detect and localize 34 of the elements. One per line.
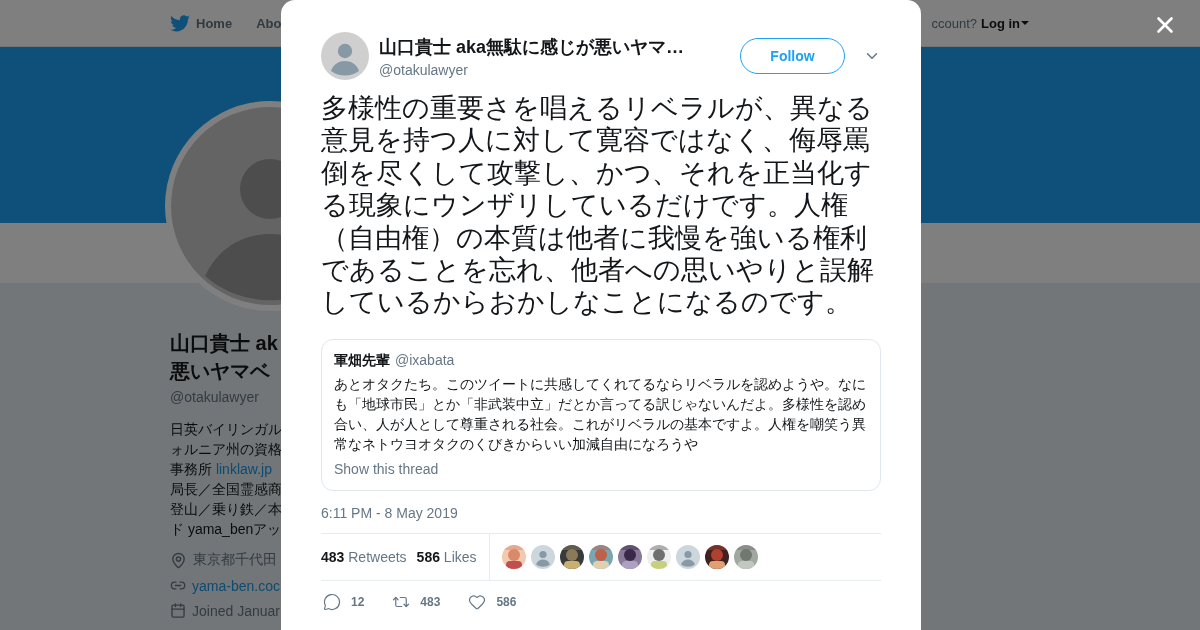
avatar: [321, 32, 369, 80]
avatar-icon: [530, 544, 555, 569]
reply-icon: [323, 592, 341, 611]
quoted-author-handle: @ixabata: [395, 351, 455, 370]
like-button[interactable]: 586: [468, 592, 517, 611]
profile-location: 東京都千代田: [193, 551, 277, 569]
reply-button[interactable]: 12: [323, 592, 365, 611]
engagement-stat[interactable]: 586 Likes: [416, 548, 477, 565]
follow-button[interactable]: Follow: [740, 38, 845, 74]
tweet-timestamp: 6:11 PM - 8 May 2019: [321, 504, 459, 521]
caret-icon: [1020, 19, 1030, 27]
profile-name: 悪いヤマベ: [170, 359, 271, 384]
avatar-icon: [675, 544, 700, 569]
profile-handle: @otakulawyer: [170, 389, 260, 405]
author-name: 山口貴士 aka無駄に感じが悪いヤマ…: [379, 35, 686, 59]
quoted-text: あとオタクたち。このツイートに共感してくれてるならリベラルを認めようや。なにも「地球市民」とか「非武装中立」だとか言ってる訳じゃないんだよ。多様性を認め合い、人が人として尊重される社会。これがリベラルの基本ですよ。人権を嘲笑う異常なネトウヨオタクのくびきからいい加減自由になろうや: [334, 374, 867, 454]
login-link[interactable]: Log in: [981, 15, 1030, 31]
profile-joined: Joined Januar: [192, 602, 280, 619]
calendar-icon: [170, 602, 187, 619]
login-prompt: ccount?: [931, 15, 977, 31]
show-thread-link[interactable]: Show this thread: [334, 460, 439, 477]
nav-link[interactable]: Abo: [256, 15, 282, 31]
location-icon: [170, 551, 187, 569]
profile-bio: 日英バイリンガル ォルニア州の資格 事務所 linklaw.jp 局長／全国霊感商 登山／乗り鉄／本 ド yama_benアッ: [170, 420, 280, 539]
bird-icon: [170, 14, 190, 32]
profile-name: 山口貴士 ak: [170, 331, 279, 356]
nav-link[interactable]: Home: [170, 14, 233, 32]
author-handle: @otakulawyer: [379, 61, 469, 78]
retweet-button[interactable]: 483: [392, 592, 441, 611]
quoted-author-name: 軍畑先輩: [334, 351, 390, 370]
engagement-stat[interactable]: 483 Retweets: [321, 548, 407, 565]
quoted-tweet[interactable]: 軍畑先輩 @ixabata あとオタクたち。このツイートに共感してくれてるならリベラルを認めようや。なにも「地球市民」とか「非武装中立」だとか言ってる訳じゃないんだよ。多様性を認め合い、人が人として尊重される社会。これがリベラルの基本ですよ。人権を嘲笑う異常なネトウヨオタクのくびきからいい加減自由になろうや Show this thread: [321, 338, 881, 491]
like-icon: [468, 592, 487, 611]
tweet-text: 多様性の重要さを唱えるリベラルが、異なる意見を持つ人に対して寛容ではなく、侮辱罵倒を尽くして攻撃し、かつ、それを正当化する現象にウンザリしているだけです。人権（自由権）の本質は他者に我慢を強いる権利であることを忘れ、他者への思いやりと誤解しているからおかしなことになるのです。: [321, 92, 875, 319]
